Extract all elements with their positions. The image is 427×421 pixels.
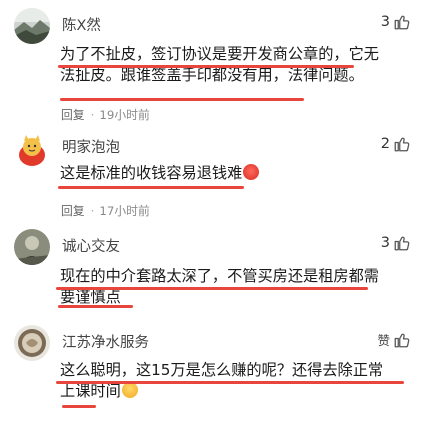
thumbs-up-icon [394,236,410,251]
red-underline [56,287,368,290]
username[interactable]: 江苏净水服务 [62,331,149,352]
comment-line: 为了不扯皮，签订协议是要开发商公章的，它无 [60,45,379,63]
like-button[interactable]: 3 [381,13,411,31]
separator-dot: · [90,203,95,218]
username[interactable]: 明家泡泡 [62,136,120,157]
timestamp: 19小时前 [99,108,150,122]
thumbs-up-icon [394,333,410,347]
comment-text: 这是标准的收钱容易退钱难 [60,163,405,184]
comment-line: 现在的中介套路太深了，不管买房还是租房都需 [60,267,379,285]
like-count: 3 [380,14,390,30]
timestamp: 17小时前 [99,204,150,218]
reply-button[interactable]: 回复 [61,202,85,219]
comment-line: 法扯皮。跟谁签盖手印都没有用，法律问题。 [60,66,364,84]
red-underline [60,98,304,101]
like-button[interactable]: 赞 [377,330,411,349]
thumbs-up-icon [394,15,410,30]
like-count: 3 [380,235,390,251]
avatar[interactable] [14,131,50,167]
comment-line-text: 这是标准的收钱容易退钱难 [60,164,243,182]
avatar[interactable] [14,229,50,265]
like-label: 赞 [377,333,390,348]
comment-line: 这么聪明，这15万是怎么赚的呢？还得去除正常 [60,361,384,379]
angry-face-emoji [243,164,260,180]
username[interactable]: 陈X然 [62,14,101,35]
avatar[interactable] [14,8,50,44]
reply-button[interactable]: 回复 [61,106,85,123]
like-button[interactable]: 2 [381,135,411,153]
thumbs-up-icon [394,137,410,152]
like-button[interactable]: 3 [381,234,411,252]
separator-dot: · [90,107,95,122]
comment-line-text: 上课时间 [60,382,121,400]
avatar[interactable] [14,325,50,361]
comment-line: 这是标准的收钱容易退钱难 [60,163,405,184]
username[interactable]: 诚心交友 [62,235,120,256]
red-underline [62,405,96,408]
comment-meta: 回复 · 19小时前 [61,106,150,123]
like-count: 2 [380,136,390,152]
comment-meta: 回复 · 17小时前 [61,202,150,219]
laughing-tears-emoji [121,382,138,398]
red-underline [56,381,404,384]
red-underline [58,305,133,308]
comment-line: 上课时间 [60,381,405,402]
red-underline [58,65,354,68]
red-underline [58,186,244,189]
